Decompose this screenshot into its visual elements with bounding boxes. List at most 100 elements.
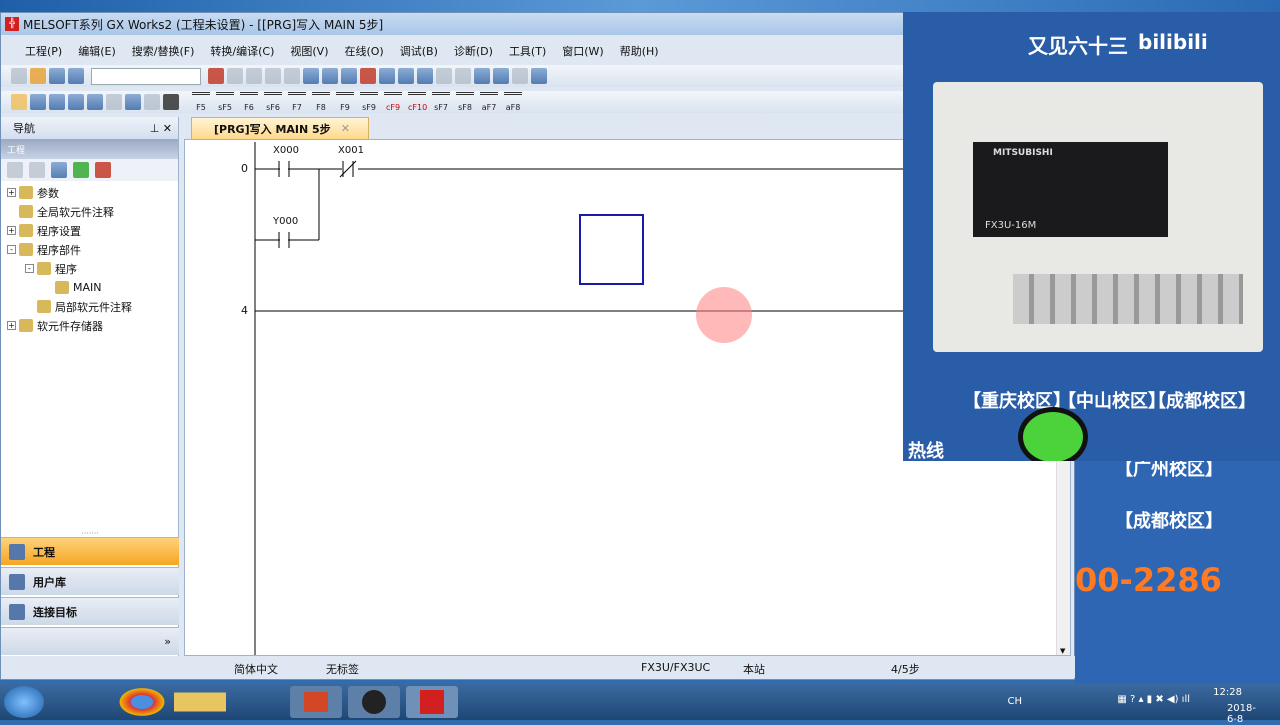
ladder-symbol-button[interactable]: F9: [336, 92, 354, 112]
ladder-symbol-button[interactable]: sF5: [216, 92, 234, 112]
tree-node-icon: [19, 243, 33, 256]
transfer-icon[interactable]: [360, 68, 376, 84]
device-list-icon[interactable]: [68, 94, 84, 110]
gx-works2-taskbar-icon[interactable]: [406, 686, 458, 718]
refresh-icon[interactable]: [73, 162, 89, 178]
search-icon[interactable]: [531, 68, 547, 84]
copy-icon[interactable]: [227, 68, 243, 84]
menu-tool[interactable]: 工具(T): [501, 43, 554, 59]
menu-window[interactable]: 窗口(W): [554, 43, 611, 59]
undo-icon[interactable]: [265, 68, 281, 84]
parts-icon[interactable]: [30, 94, 46, 110]
chrome-icon[interactable]: [116, 686, 168, 718]
new-icon[interactable]: [11, 68, 27, 84]
sort-icon[interactable]: [51, 162, 67, 178]
ladder-symbol-button[interactable]: F5: [192, 92, 210, 112]
ladder-symbol-button[interactable]: cF9: [384, 92, 402, 112]
nav-more-button[interactable]: »: [1, 627, 179, 655]
device-icon[interactable]: [493, 68, 509, 84]
ladder-symbol-button[interactable]: F8: [312, 92, 330, 112]
disabled-icon[interactable]: [512, 68, 528, 84]
expand-toggle[interactable]: +: [7, 226, 16, 235]
camera-icon[interactable]: [348, 686, 400, 718]
menu-project[interactable]: 工程(P): [17, 43, 70, 59]
status-plc-type: FX3U/FX3UC: [641, 661, 711, 674]
tree-item[interactable]: - 程序部件: [7, 240, 178, 259]
tree-item[interactable]: MAIN: [7, 278, 178, 297]
cut-icon[interactable]: [208, 68, 224, 84]
ladder-symbol-button[interactable]: sF8: [456, 92, 474, 112]
disabled-icon[interactable]: [106, 94, 122, 110]
device-icon[interactable]: [474, 68, 490, 84]
paint-icon[interactable]: [60, 686, 112, 718]
tree-item-label: 参数: [37, 186, 59, 200]
ladder-symbol-button[interactable]: sF7: [432, 92, 450, 112]
menu-debug[interactable]: 调试(B): [392, 43, 446, 59]
online-icon[interactable]: [379, 68, 395, 84]
navigation-icon[interactable]: [11, 94, 27, 110]
properties-icon[interactable]: [29, 162, 45, 178]
verify-icon[interactable]: [341, 68, 357, 84]
tab-prg-main[interactable]: [PRG]写入 MAIN 5步 ✕: [191, 117, 369, 139]
tree-item[interactable]: + 程序设置: [7, 221, 178, 240]
tray-icons[interactable]: ▦ ? ▴ ▮ ✖ ◀) ıll: [1117, 694, 1190, 705]
nav-button-project[interactable]: 工程: [1, 537, 179, 565]
nav-button-connection[interactable]: 连接目标: [1, 597, 179, 625]
tree-item[interactable]: + 软元件存储器: [7, 316, 178, 335]
redo-icon[interactable]: [284, 68, 300, 84]
read-plc-icon[interactable]: [303, 68, 319, 84]
menu-diagnostics[interactable]: 诊断(D): [446, 43, 501, 59]
device-batch-icon[interactable]: [87, 94, 103, 110]
disabled-icon[interactable]: [436, 68, 452, 84]
explorer-icon[interactable]: [174, 686, 226, 718]
ladder-symbol-button[interactable]: aF7: [480, 92, 498, 112]
ladder-symbol-button[interactable]: F7: [288, 92, 306, 112]
tree-item[interactable]: - 程序: [7, 259, 178, 278]
monitor-icon[interactable]: [398, 68, 414, 84]
toolbar-combo[interactable]: [91, 67, 201, 85]
ladder-symbol-button[interactable]: sF6: [264, 92, 282, 112]
tree-item[interactable]: + 参数: [7, 183, 178, 202]
close-tab-icon[interactable]: ✕: [341, 122, 350, 135]
tree-node-icon: [19, 205, 33, 218]
nav-button-user-library[interactable]: 用户库: [1, 567, 179, 595]
menu-view[interactable]: 视图(V): [282, 43, 336, 59]
expand-toggle[interactable]: -: [25, 264, 34, 273]
ime-indicator[interactable]: CH: [1007, 696, 1022, 707]
expand-toggle[interactable]: -: [7, 245, 16, 254]
menu-convert[interactable]: 转换/编译(C): [202, 43, 282, 59]
find-icon[interactable]: [163, 94, 179, 110]
paste-icon[interactable]: [246, 68, 262, 84]
zoom-icon[interactable]: [144, 94, 160, 110]
expand-toggle[interactable]: +: [7, 188, 16, 197]
ladder-symbol-button[interactable]: sF9: [360, 92, 378, 112]
help-icon[interactable]: [68, 68, 84, 84]
contact-x001-nc: [339, 160, 358, 178]
open-icon[interactable]: [30, 68, 46, 84]
options-icon[interactable]: [95, 162, 111, 178]
watch-icon[interactable]: [125, 94, 141, 110]
clock-time[interactable]: 12:28: [1213, 687, 1242, 698]
menu-online[interactable]: 在线(O): [336, 43, 391, 59]
write-plc-icon[interactable]: [322, 68, 338, 84]
new-data-icon[interactable]: [7, 162, 23, 178]
output-icon[interactable]: [49, 94, 65, 110]
tree-item[interactable]: 全局软元件注释: [7, 202, 178, 221]
ladder-symbol-button[interactable]: cF10: [408, 92, 427, 112]
app-icon[interactable]: [232, 686, 284, 718]
disabled-icon[interactable]: [455, 68, 471, 84]
pin-close-icons[interactable]: ⊥ ✕: [150, 122, 172, 135]
clock-date[interactable]: 2018-6-8: [1227, 703, 1256, 725]
powerpoint-icon[interactable]: [290, 686, 342, 718]
menu-find-replace[interactable]: 搜索/替换(F): [124, 43, 203, 59]
save-icon[interactable]: [49, 68, 65, 84]
menu-edit[interactable]: 编辑(E): [70, 43, 124, 59]
ladder-symbol-button[interactable]: aF8: [504, 92, 522, 112]
start-button[interactable]: [4, 686, 44, 718]
monitor-stop-icon[interactable]: [417, 68, 433, 84]
menu-help[interactable]: 帮助(H): [612, 43, 667, 59]
tree-item[interactable]: 局部软元件注释: [7, 297, 178, 316]
ladder-symbol-button[interactable]: F6: [240, 92, 258, 112]
expand-toggle[interactable]: +: [7, 321, 16, 330]
